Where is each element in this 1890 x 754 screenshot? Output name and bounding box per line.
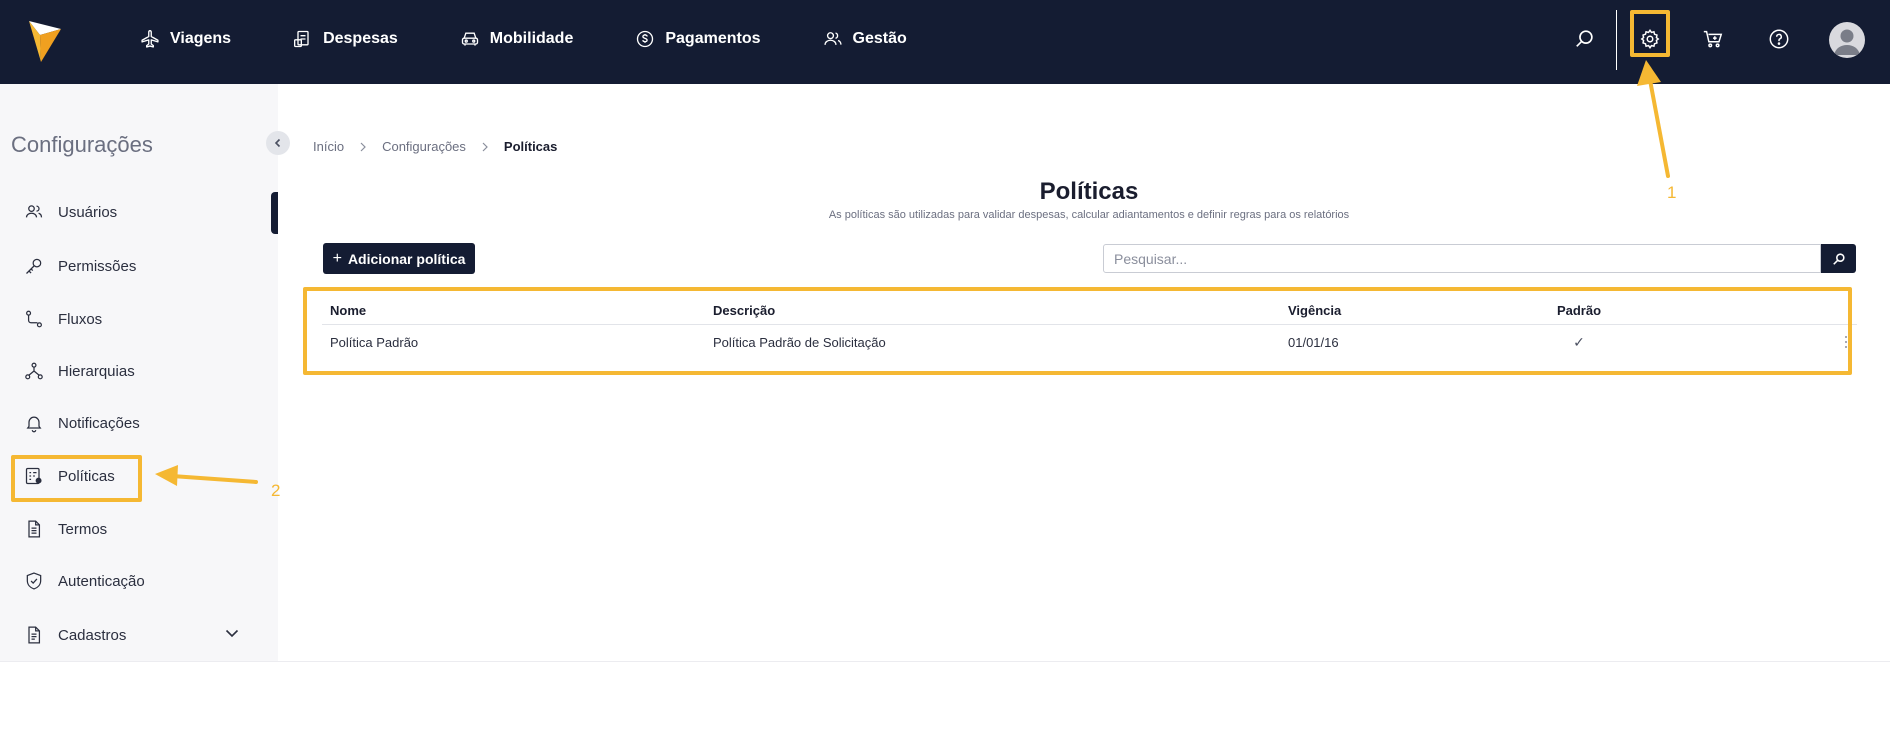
sidebar-item-label: Hierarquias [58, 362, 135, 380]
policy-icon [25, 467, 42, 485]
search-input[interactable] [1103, 244, 1821, 273]
breadcrumb-configuracoes[interactable]: Configurações [382, 139, 466, 154]
annotation-number-2: 2 [271, 481, 281, 500]
policies-table: Nome Descrição Vigência Padrão Política … [322, 295, 1857, 359]
sidebar-item-label: Termos [58, 520, 108, 538]
nav-viagens[interactable]: Viagens [140, 29, 231, 49]
car-icon [461, 32, 478, 46]
topbar-divider [1616, 10, 1617, 70]
sidebar-item-autenticacao[interactable]: Autenticação [24, 566, 145, 596]
bell-icon [26, 416, 42, 433]
add-policy-label: Adicionar política [347, 250, 466, 267]
sidebar-item-notificacoes[interactable]: Notificações [24, 408, 140, 438]
sidebar-title: Configurações [11, 132, 153, 157]
sidebar-item-label: Cadastros [58, 626, 127, 644]
annotation-number-1: 1 [1667, 183, 1677, 202]
nav-despesas[interactable]: Despesas [293, 29, 398, 49]
nav-gestao[interactable]: Gestão [823, 29, 907, 49]
chevron-left-icon [274, 138, 281, 148]
sidebar-item-label: Fluxos [58, 310, 103, 328]
header-descricao[interactable]: Descrição [713, 295, 775, 325]
cell-descricao: Política Padrão de Solicitação [713, 334, 886, 350]
user-avatar-icon [1834, 29, 1860, 55]
settings-button[interactable] [1635, 24, 1665, 54]
nav-label: Despesas [323, 30, 398, 47]
receipt-icon [294, 30, 309, 48]
help-button[interactable] [1764, 24, 1794, 54]
sidebar-item-label: Notificações [58, 414, 140, 432]
search-submit-button[interactable] [1821, 244, 1856, 273]
cell-nome: Política Padrão [330, 334, 419, 350]
sidebar-item-cadastros[interactable]: Cadastros [24, 620, 126, 650]
sidebar-item-termos[interactable]: Termos [24, 514, 107, 544]
nav-mobilidade[interactable]: Mobilidade [460, 29, 574, 49]
plus-icon: + [332, 249, 342, 267]
gear-icon [1640, 29, 1660, 49]
sidebar-item-permissoes[interactable]: Permissões [24, 251, 136, 281]
breadcrumb: Início Configurações Políticas [313, 139, 557, 154]
cart-icon [1703, 30, 1723, 48]
search-button[interactable] [1570, 24, 1600, 54]
page-subtitle: As políticas são utilizadas para validar… [828, 209, 1350, 221]
table-row[interactable]: Política Padrão Política Padrão de Solic… [322, 325, 1857, 359]
dollar-circle-icon [637, 30, 654, 48]
breadcrumb-home[interactable]: Início [313, 139, 344, 154]
collapse-sidebar-button[interactable] [266, 131, 290, 155]
logo-icon[interactable] [28, 19, 62, 63]
hierarchy-icon [25, 362, 43, 380]
header-vigencia[interactable]: Vigência [1288, 295, 1341, 325]
sidebar-item-fluxos[interactable]: Fluxos [24, 304, 102, 334]
chevron-down-icon[interactable] [224, 625, 240, 641]
check-icon: ✓ [1573, 333, 1585, 350]
cart-button[interactable] [1698, 24, 1728, 54]
annotation-arrows [155, 60, 1670, 486]
airplane-icon [141, 30, 159, 48]
page-title: Políticas [1039, 178, 1139, 205]
add-policy-button[interactable]: + Adicionar política [323, 243, 475, 274]
users-icon [823, 32, 842, 45]
avatar[interactable] [1829, 22, 1865, 58]
flow-icon [26, 310, 42, 328]
nav-label: Pagamentos [665, 30, 761, 47]
chevron-right-icon [482, 142, 488, 151]
sidebar-item-politicas[interactable]: Políticas [24, 461, 115, 491]
row-menu-button[interactable] [1838, 333, 1854, 351]
kebab-menu-icon [1845, 336, 1847, 348]
nav-pagamentos[interactable]: Pagamentos [635, 29, 761, 49]
help-icon [1769, 29, 1789, 49]
top-navbar: Viagens Despesas Mobilidade Pagamentos G… [0, 0, 1890, 84]
cell-vigencia: 01/01/16 [1288, 334, 1339, 350]
key-icon [26, 258, 42, 274]
main-nav: Viagens Despesas Mobilidade Pagamentos G… [140, 0, 969, 78]
sidebar-item-hierarquias[interactable]: Hierarquias [24, 356, 135, 386]
header-padrao[interactable]: Padrão [1544, 295, 1614, 325]
document-icon [28, 520, 41, 538]
sidebar-item-label: Políticas [58, 467, 115, 485]
document-list-icon [28, 626, 41, 644]
chevron-right-icon [360, 142, 366, 151]
nav-label: Mobilidade [489, 30, 574, 47]
search-icon [1832, 252, 1845, 265]
sidebar-item-label: Permissões [58, 257, 137, 275]
nav-label: Viagens [170, 30, 232, 47]
search-icon [1576, 30, 1593, 47]
header-nome[interactable]: Nome [330, 295, 366, 325]
breadcrumb-current: Políticas [503, 139, 558, 154]
nav-label: Gestão [852, 30, 907, 47]
content-bottom-border [0, 661, 1890, 662]
table-header: Nome Descrição Vigência Padrão [322, 295, 1857, 325]
sidebar-item-label: Autenticação [58, 572, 145, 590]
shield-check-icon [26, 572, 42, 590]
